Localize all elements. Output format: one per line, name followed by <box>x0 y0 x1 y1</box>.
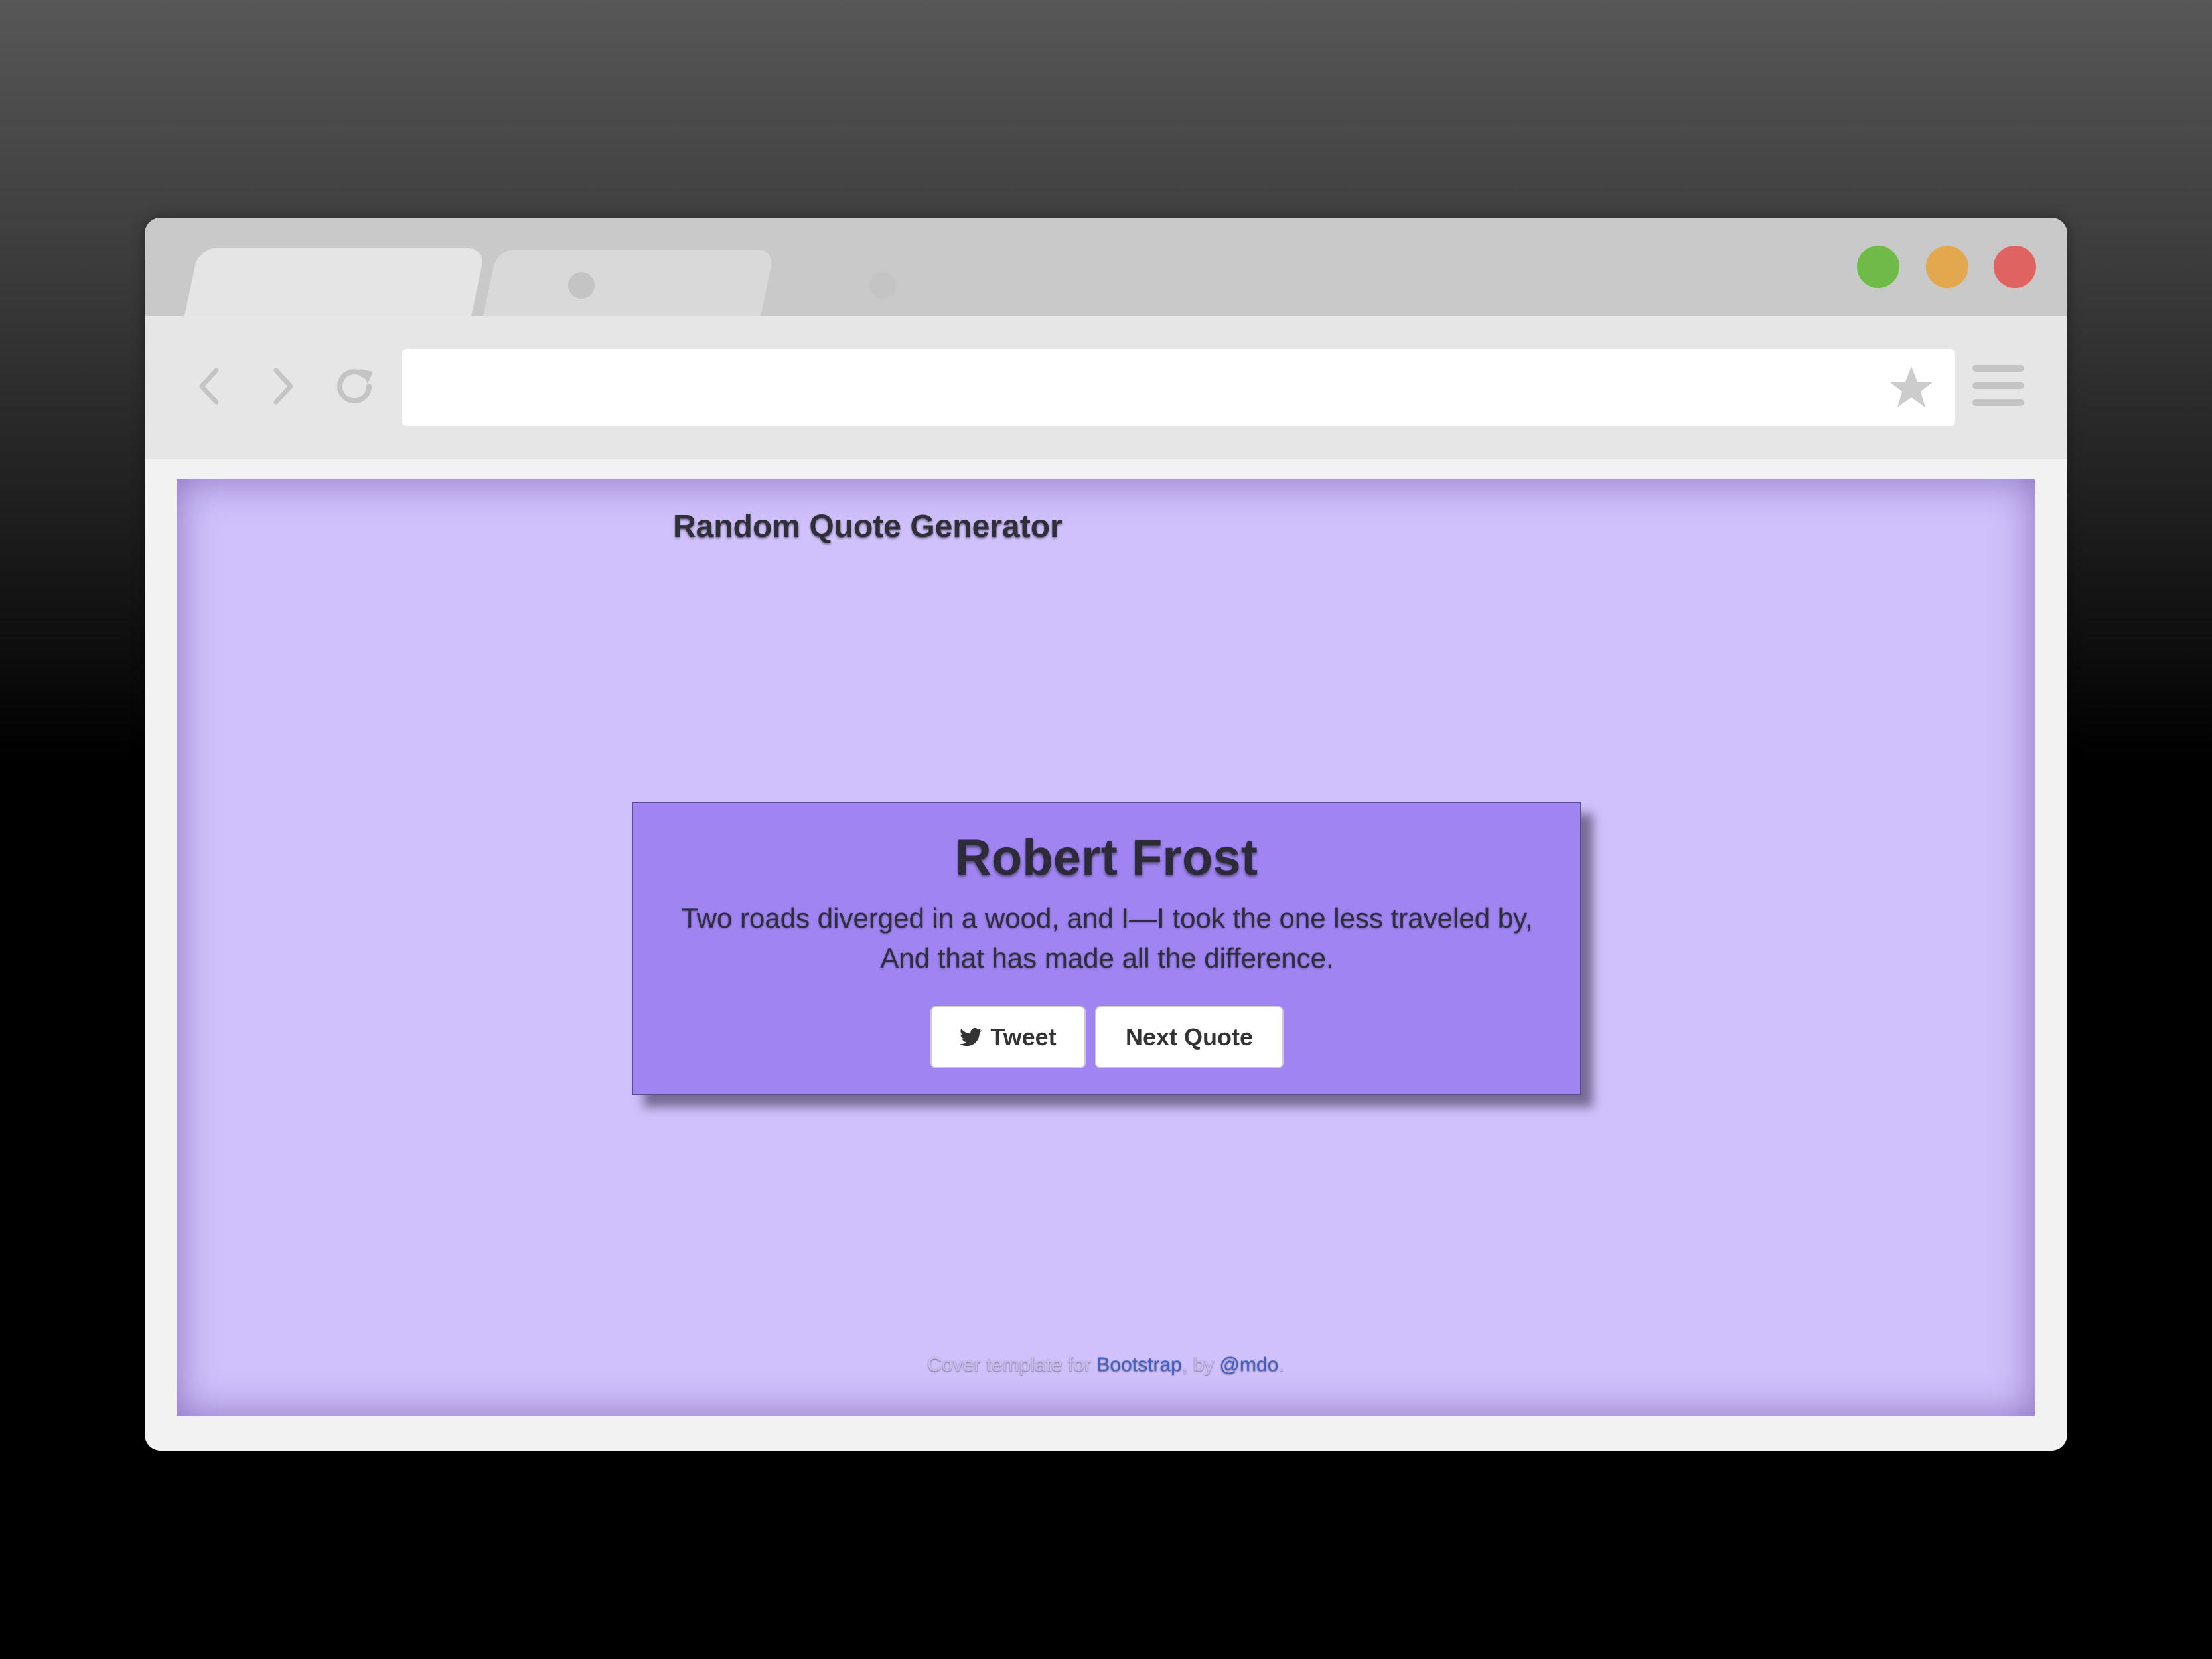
tab-inactive[interactable] <box>483 250 775 316</box>
bootstrap-link[interactable]: Bootstrap <box>1096 1354 1181 1376</box>
minimize-window-button[interactable] <box>1926 246 1968 288</box>
page-viewport: Random Quote Generator Robert Frost Two … <box>177 479 2035 1416</box>
tweet-button-label: Tweet <box>990 1023 1057 1050</box>
maximize-window-button[interactable] <box>1857 246 1899 288</box>
chevron-left-icon[interactable] <box>184 360 238 413</box>
mdo-link[interactable]: @mdo <box>1220 1354 1279 1376</box>
twitter-icon <box>960 1027 982 1047</box>
chevron-right-icon[interactable] <box>256 360 309 413</box>
quote-author: Robert Frost <box>955 830 1258 886</box>
quote-actions: Tweet Next Quote <box>633 1006 1580 1070</box>
hamburger-menu-icon[interactable] <box>1972 362 2024 410</box>
browser-toolbar <box>145 316 2067 459</box>
page-footer: Cover template for Bootstrap, by @mdo. <box>177 1354 2035 1376</box>
star-icon[interactable] <box>1887 364 1935 411</box>
tab-strip <box>145 218 2067 316</box>
next-quote-button-label: Next Quote <box>1125 1023 1254 1050</box>
reload-icon[interactable] <box>328 360 381 413</box>
tab-close-icon[interactable] <box>568 272 595 299</box>
next-quote-button[interactable]: Next Quote <box>1095 1006 1284 1068</box>
address-bar[interactable] <box>402 349 1955 426</box>
close-window-button[interactable] <box>1994 246 2036 288</box>
browser-window: Random Quote Generator Robert Frost Two … <box>145 218 2067 1451</box>
footer-suffix: . <box>1278 1354 1284 1376</box>
tab-close-icon[interactable] <box>869 272 896 299</box>
footer-prefix: Cover template for <box>927 1354 1097 1376</box>
tab-active[interactable] <box>184 248 486 316</box>
page-title: Random Quote Generator <box>673 509 1063 544</box>
tweet-button[interactable]: Tweet <box>930 1006 1086 1068</box>
quote-card: Robert Frost Two roads diverged in a woo… <box>632 802 1581 1095</box>
footer-middle: , by <box>1181 1354 1220 1376</box>
quote-text: Two roads diverged in a wood, and I—I to… <box>681 902 1533 974</box>
